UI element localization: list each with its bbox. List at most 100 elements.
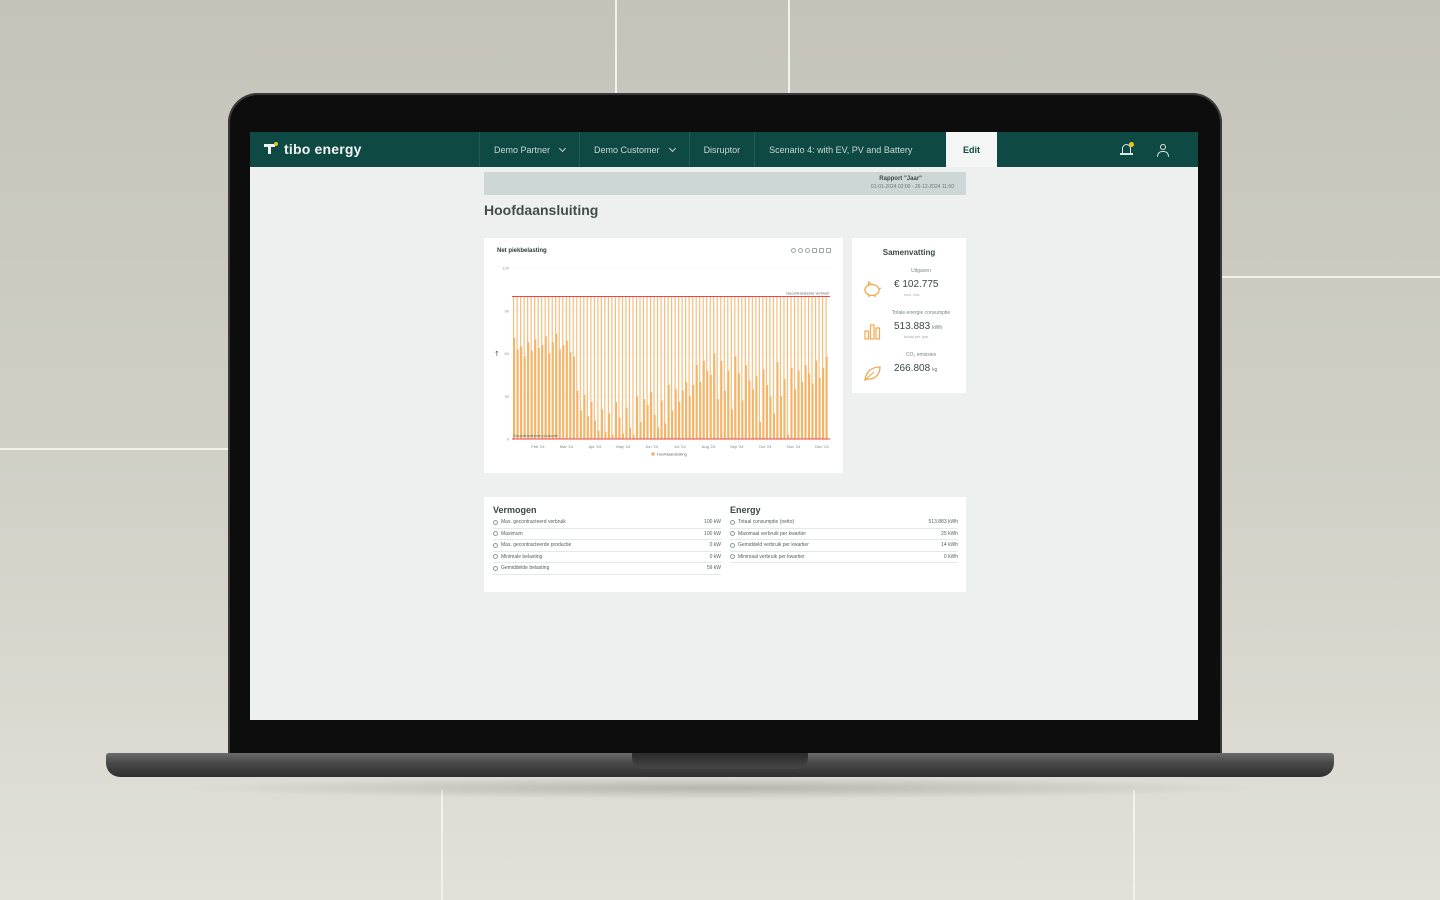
chart-bar bbox=[660, 400, 663, 439]
chart-bar bbox=[597, 430, 600, 439]
chart-bar bbox=[699, 382, 702, 439]
summary-label: CO₂ emissies bbox=[905, 352, 937, 358]
chart-bar-peak bbox=[530, 296, 532, 351]
chart-bar bbox=[737, 373, 740, 439]
chart-bar bbox=[516, 349, 519, 439]
vermogen-title: Vermogen bbox=[493, 505, 537, 515]
chart-bar bbox=[797, 370, 800, 439]
chart-bar-peak bbox=[600, 296, 602, 410]
table-row: Gemiddeld verbruik per kwartier 14 kWh bbox=[730, 540, 958, 552]
piggy-bank-icon bbox=[864, 280, 882, 297]
info-icon[interactable] bbox=[493, 542, 498, 548]
user-icon[interactable] bbox=[1156, 143, 1170, 157]
chart-bar-peak bbox=[649, 296, 652, 392]
chart-bar bbox=[600, 409, 603, 439]
chart-bar-peak bbox=[646, 296, 648, 405]
y-tick-label: 0 bbox=[507, 437, 510, 442]
nav-tab-partner[interactable]: Demo Partner bbox=[479, 132, 579, 167]
row-label-wrap: Minimale belasting bbox=[493, 554, 542, 560]
chart-bar bbox=[632, 434, 635, 439]
chart-bar bbox=[562, 344, 565, 439]
nav-tab-scenario[interactable]: Scenario 4: with EV, PV and Battery bbox=[754, 132, 926, 167]
breadcrumb-nav: Demo Partner Demo Customer Disruptor Sce… bbox=[479, 132, 926, 167]
chart-bar-peak bbox=[671, 296, 673, 411]
info-icon[interactable] bbox=[493, 554, 498, 560]
metrics-card: Vermogen Max. gecontracteerd verbruik 100… bbox=[484, 497, 966, 592]
summary-value: € 102.775 bbox=[894, 279, 939, 290]
x-tick-label: Dec '24 bbox=[815, 444, 829, 449]
chart-bar-peak bbox=[734, 296, 736, 357]
chart-bar-peak bbox=[565, 296, 567, 341]
chart-bar bbox=[765, 384, 768, 439]
chart-bar-peak bbox=[527, 296, 529, 343]
summary-value: 513.883 kWh bbox=[894, 321, 943, 332]
chart-bar-peak bbox=[635, 296, 638, 397]
chart-bar-peak bbox=[790, 296, 792, 368]
brand-logo[interactable]: tibo energy bbox=[264, 141, 362, 157]
chart-bar bbox=[513, 337, 516, 439]
leaf-icon bbox=[864, 366, 881, 382]
chart-bar bbox=[572, 356, 575, 439]
row-label-wrap: Gemiddeld verbruik per kwartier bbox=[730, 542, 809, 548]
chart-bar bbox=[646, 404, 649, 439]
chart-bar bbox=[639, 421, 642, 439]
x-tick-label: Apr '24 bbox=[589, 444, 602, 449]
chart-bar bbox=[695, 364, 698, 439]
row-value: 59 kW bbox=[706, 565, 721, 572]
chart-bar-peak bbox=[723, 296, 725, 391]
info-icon[interactable] bbox=[493, 531, 498, 537]
chart-bar-peak bbox=[741, 296, 743, 401]
chart-bar bbox=[681, 390, 684, 439]
chart-bar bbox=[723, 390, 726, 439]
chart-bar bbox=[527, 342, 530, 439]
chart-bar-peak bbox=[720, 296, 722, 361]
chart-bar-peak bbox=[520, 296, 522, 347]
summary-value: 266.808 kg bbox=[894, 363, 938, 374]
info-icon[interactable] bbox=[730, 519, 735, 525]
chart-bar-peak bbox=[618, 296, 620, 418]
chart-bar bbox=[790, 367, 793, 439]
chart-bar bbox=[811, 383, 814, 439]
info-icon[interactable] bbox=[493, 565, 498, 571]
background-line bbox=[0, 448, 228, 450]
chart-bar-peak bbox=[516, 296, 518, 350]
chart-bar-peak bbox=[621, 296, 624, 434]
info-icon[interactable] bbox=[730, 554, 735, 560]
table-row: Minimaal verbruik per kwartier 0 kWh bbox=[730, 552, 958, 563]
chart-bar bbox=[530, 350, 533, 439]
info-icon[interactable] bbox=[730, 531, 735, 537]
table-row: Max. gecontracteerde productie 0 kW bbox=[493, 540, 721, 552]
laptop-notch bbox=[632, 753, 808, 769]
bell-icon[interactable] bbox=[1120, 142, 1134, 157]
background-line bbox=[441, 790, 443, 900]
background-line bbox=[788, 0, 790, 93]
row-value: 14 kWh bbox=[941, 542, 958, 549]
edit-button[interactable]: Edit bbox=[946, 132, 997, 167]
chart-bar-peak bbox=[786, 296, 789, 435]
chart-bar-peak bbox=[737, 296, 739, 374]
info-icon[interactable] bbox=[730, 542, 735, 548]
nav-tab-customer[interactable]: Demo Customer bbox=[579, 132, 689, 167]
chart-bar-peak bbox=[593, 296, 595, 421]
chart-bar-peak bbox=[663, 296, 666, 424]
chart-bar-peak bbox=[762, 296, 764, 370]
chart-bar bbox=[590, 401, 593, 439]
chart-bar bbox=[783, 379, 786, 439]
energy-title: Energy bbox=[730, 505, 761, 515]
chart-bar bbox=[674, 389, 677, 439]
chart-bar-peak bbox=[783, 296, 785, 380]
chart-bar bbox=[625, 407, 628, 439]
chart-bar bbox=[692, 384, 695, 439]
chart-bar bbox=[649, 391, 653, 439]
row-label: Gemiddeld verbruik per kwartier bbox=[738, 542, 809, 549]
chart-bar bbox=[671, 410, 674, 439]
info-icon[interactable] bbox=[493, 519, 498, 525]
app-screen: tibo energy Demo Partner Demo Customer D… bbox=[250, 132, 1198, 720]
row-value: 0 kW bbox=[709, 542, 721, 549]
chart-bar-peak bbox=[562, 296, 564, 345]
nav-tab-disruptor[interactable]: Disruptor bbox=[688, 132, 755, 167]
chart-bar bbox=[755, 376, 758, 439]
chart-bar-peak bbox=[656, 296, 659, 428]
limit-line-label: Gecontracteerde productie bbox=[513, 434, 558, 438]
row-label: Minimale belasting bbox=[501, 553, 543, 560]
